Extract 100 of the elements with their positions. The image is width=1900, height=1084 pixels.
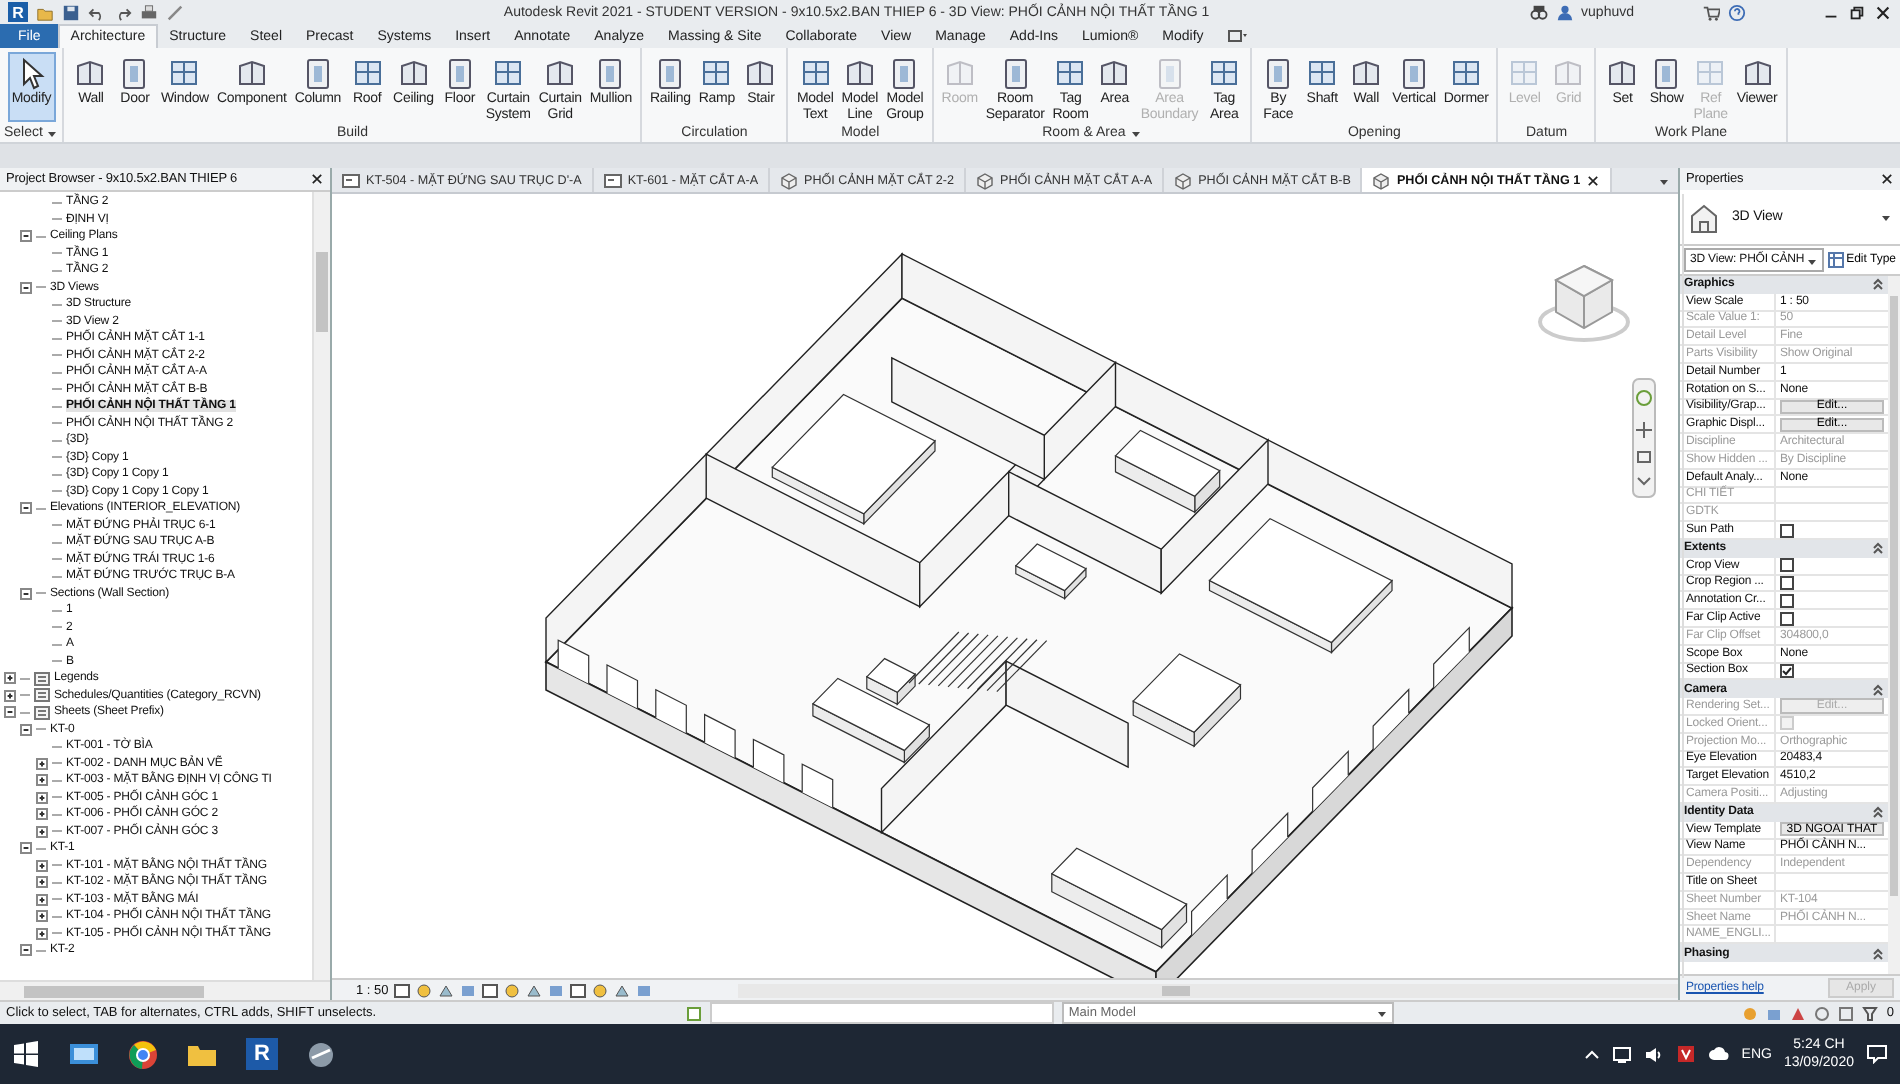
- expander-icon[interactable]: [20, 842, 32, 855]
- notification-icon[interactable]: [1866, 1044, 1888, 1064]
- collapse-icon[interactable]: [1872, 278, 1884, 291]
- table-icon: [1828, 252, 1845, 268]
- tool-icon: [941, 56, 978, 90]
- undo-icon[interactable]: [88, 3, 106, 21]
- tool-icon: [166, 56, 203, 90]
- caret-icon[interactable]: [1880, 212, 1892, 222]
- tool-icon: [72, 56, 109, 90]
- caret-icon: [1376, 1008, 1389, 1018]
- horizontal-scrollbar[interactable]: [0, 980, 330, 1000]
- tool-icon: [1304, 56, 1341, 90]
- app-icon[interactable]: [306, 1039, 336, 1069]
- expander-icon[interactable]: [36, 774, 48, 787]
- tool-icon: [841, 56, 878, 90]
- caret-icon[interactable]: [1658, 175, 1670, 185]
- close-icon[interactable]: [1880, 172, 1894, 186]
- panel-toggle-icon[interactable]: [1227, 29, 1248, 43]
- expander-icon[interactable]: [4, 706, 16, 719]
- tool-icon: [1692, 56, 1729, 90]
- checkbox[interactable]: [1780, 523, 1794, 538]
- collapse-icon[interactable]: [1872, 683, 1884, 696]
- expander-icon[interactable]: [20, 723, 32, 736]
- horizontal-scrollbar[interactable]: [738, 983, 1678, 997]
- expander-icon[interactable]: [36, 910, 48, 923]
- binoculars-icon[interactable]: [1529, 3, 1548, 21]
- tool-icon: [698, 56, 735, 90]
- vertical-scrollbar[interactable]: [1888, 276, 1900, 974]
- tool-icon: [1448, 56, 1485, 90]
- tool-icon: [1052, 56, 1089, 90]
- folder-icon[interactable]: [186, 1041, 218, 1067]
- tool-icon: [1739, 56, 1775, 90]
- expander-icon[interactable]: [20, 502, 32, 515]
- tool-icon: [395, 56, 432, 90]
- sheet-icon: [603, 171, 622, 189]
- close-icon[interactable]: [1874, 3, 1892, 21]
- checkbox[interactable]: [1780, 593, 1794, 608]
- expander-icon[interactable]: [4, 689, 16, 702]
- filter-icon[interactable]: [1862, 1005, 1879, 1021]
- restore-icon[interactable]: [1848, 3, 1866, 21]
- close-icon[interactable]: [310, 172, 324, 186]
- checkbox[interactable]: [1780, 663, 1794, 678]
- collapse-icon[interactable]: [1872, 806, 1884, 819]
- tool-icon: [1096, 56, 1133, 90]
- expander-icon[interactable]: [36, 927, 48, 940]
- checkbox[interactable]: [1780, 611, 1794, 626]
- expander-icon[interactable]: [36, 825, 48, 838]
- app-tray-icon[interactable]: [1675, 1044, 1696, 1064]
- user-icon[interactable]: [1555, 3, 1574, 21]
- vertical-scrollbar[interactable]: [1682, 194, 1684, 978]
- tool-icon: [1550, 56, 1587, 90]
- tool-icon: [349, 56, 386, 90]
- expander-icon[interactable]: [36, 859, 48, 872]
- expander-icon[interactable]: [36, 757, 48, 770]
- app-logo[interactable]: R: [246, 1038, 278, 1070]
- tool-icon: [233, 56, 270, 90]
- caret-icon[interactable]: [1129, 127, 1142, 137]
- expander-icon[interactable]: [36, 893, 48, 906]
- close-icon[interactable]: [1586, 173, 1601, 187]
- checkbox[interactable]: [1780, 558, 1794, 573]
- expander-icon[interactable]: [20, 281, 32, 294]
- browser-icon[interactable]: [128, 1039, 158, 1069]
- expander-icon[interactable]: [36, 876, 48, 889]
- tool-icon: [797, 56, 834, 90]
- tool-icon: [1348, 56, 1385, 90]
- windows-logo-icon[interactable]: [12, 1040, 40, 1068]
- vertical-scrollbar[interactable]: [312, 192, 330, 980]
- network-icon[interactable]: [1611, 1045, 1632, 1063]
- tool-icon: [1206, 56, 1243, 90]
- cart-icon[interactable]: [1702, 3, 1720, 21]
- expander-icon[interactable]: [20, 230, 32, 243]
- house-icon: [1688, 201, 1720, 233]
- expander-icon[interactable]: [36, 808, 48, 821]
- tool-icon: [1604, 56, 1641, 90]
- tool-icon: [490, 56, 527, 90]
- save-icon[interactable]: [62, 3, 80, 21]
- caret-icon: [1806, 255, 1819, 265]
- app-logo[interactable]: R: [8, 2, 28, 22]
- tool-icon: [742, 56, 779, 90]
- expander-icon[interactable]: [36, 791, 48, 804]
- redo-icon[interactable]: [114, 3, 132, 21]
- tool-icon: [542, 56, 579, 90]
- collapse-icon[interactable]: [1872, 542, 1884, 555]
- tool-icon: [1506, 56, 1543, 90]
- expander-icon[interactable]: [20, 944, 32, 957]
- sheet-icon: [342, 171, 360, 189]
- speaker-icon[interactable]: [1643, 1045, 1664, 1063]
- expander-icon[interactable]: [4, 672, 16, 685]
- input-field[interactable]: [710, 1002, 1055, 1024]
- checkbox[interactable]: [1780, 575, 1794, 590]
- chevron-icon[interactable]: [1583, 1048, 1600, 1060]
- print-icon[interactable]: [140, 3, 158, 21]
- caret-icon[interactable]: [46, 127, 59, 137]
- navigation-bar[interactable]: [1632, 378, 1656, 498]
- help-icon[interactable]: [1728, 3, 1746, 21]
- workset-icon[interactable]: [686, 1005, 703, 1021]
- cloud-icon[interactable]: [1707, 1046, 1730, 1062]
- expander-icon[interactable]: [20, 587, 32, 600]
- window-app-icon[interactable]: [68, 1040, 100, 1068]
- collapse-icon[interactable]: [1872, 947, 1884, 960]
